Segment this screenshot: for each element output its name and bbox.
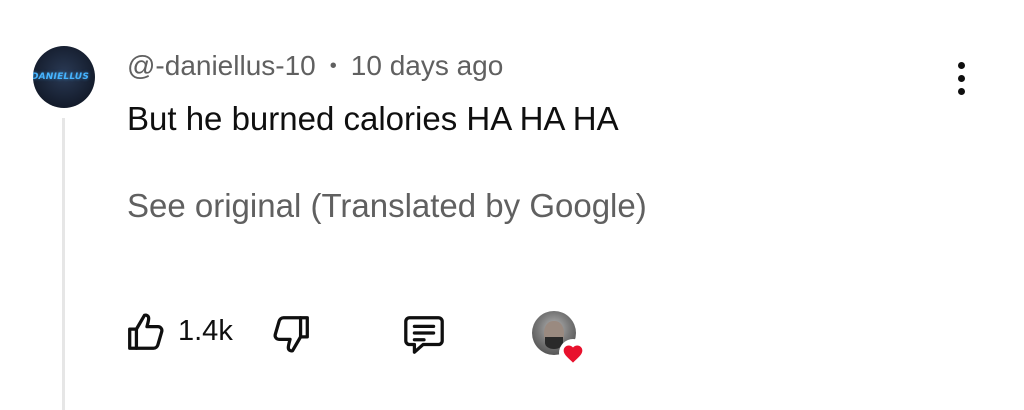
posted-time[interactable]: 10 days ago bbox=[351, 50, 504, 82]
creator-heart-badge bbox=[532, 311, 590, 367]
more-vertical-icon-dot bbox=[957, 87, 965, 95]
comment-actions: 1.4k bbox=[0, 305, 1024, 367]
thumbs-up-icon bbox=[128, 313, 164, 350]
author-handle[interactable]: @-daniellus-10 bbox=[127, 50, 316, 82]
reply-button[interactable] bbox=[400, 311, 448, 357]
more-options-button[interactable] bbox=[945, 58, 977, 98]
thumbs-down-icon bbox=[273, 316, 309, 353]
heart-icon bbox=[559, 339, 587, 367]
thread-line bbox=[62, 118, 65, 410]
author-avatar[interactable]: DANIELLUS bbox=[33, 46, 95, 108]
more-vertical-icon-dot bbox=[957, 74, 965, 82]
avatar-logo-text: DANIELLUS bbox=[33, 72, 90, 82]
like-count: 1.4k bbox=[178, 315, 233, 347]
comment-text: But he burned calories HA HA HA bbox=[127, 100, 619, 137]
more-vertical-icon bbox=[957, 61, 965, 69]
meta-separator: • bbox=[329, 54, 337, 77]
dislike-button[interactable] bbox=[268, 311, 314, 357]
see-original-link[interactable]: See original (Translated by Google) bbox=[127, 187, 647, 225]
comment-icon bbox=[404, 316, 444, 354]
comment-meta: @-daniellus-10 • 10 days ago bbox=[127, 50, 503, 82]
like-button[interactable] bbox=[123, 309, 169, 355]
